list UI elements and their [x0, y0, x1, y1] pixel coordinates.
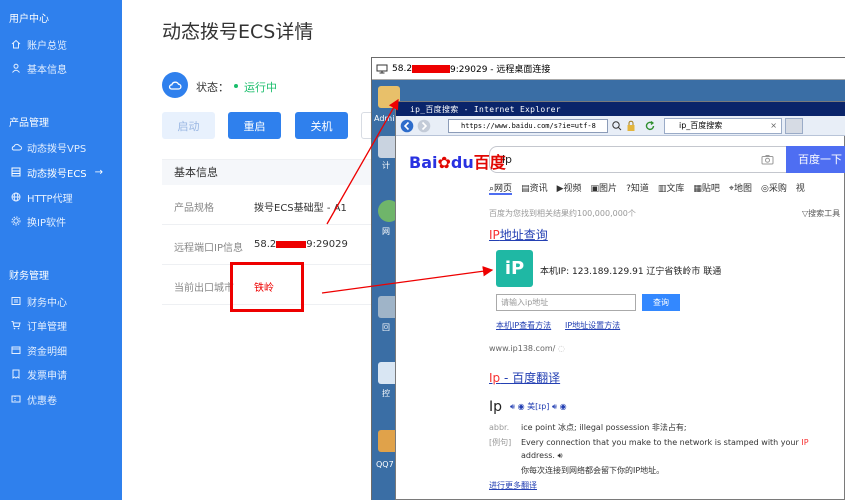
- annotation-arrow: [326, 98, 399, 225]
- annotation-arrows: [321, 98, 494, 294]
- annotation-arrow: [321, 266, 494, 294]
